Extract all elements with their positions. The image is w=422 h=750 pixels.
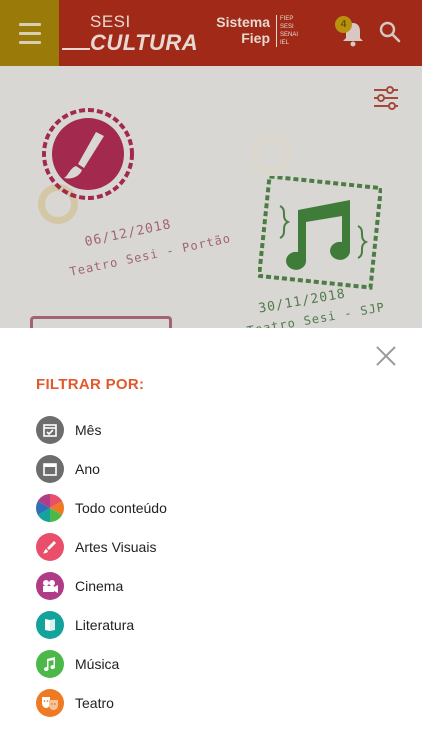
brush-icon bbox=[36, 533, 64, 561]
film-camera-icon bbox=[36, 572, 64, 600]
sesi-cultura-logo[interactable]: SESI CULTURA bbox=[62, 10, 202, 58]
music-note-icon bbox=[36, 650, 64, 678]
filter-option-label: Cinema bbox=[75, 578, 124, 594]
tag-iel: IEL bbox=[280, 40, 290, 46]
filter-option-label: Ano bbox=[75, 461, 100, 477]
event-stamp-partial bbox=[30, 316, 172, 328]
filter-sheet: FILTRAR POR: Mês Ano Todo conteúdo Artes… bbox=[0, 328, 422, 750]
filter-option-label: Mês bbox=[75, 422, 102, 438]
music-stamp[interactable] bbox=[258, 176, 382, 300]
pie-icon bbox=[36, 494, 64, 522]
filter-option-cinema[interactable]: Cinema bbox=[36, 571, 396, 601]
system-name-line1: Sistema bbox=[216, 14, 270, 30]
filter-option-visual-arts[interactable]: Artes Visuais bbox=[36, 532, 396, 562]
tag-sesi: SESI bbox=[280, 24, 294, 30]
sliders-icon[interactable] bbox=[372, 84, 400, 112]
calendar-icon bbox=[36, 455, 64, 483]
filter-option-label: Artes Visuais bbox=[75, 539, 157, 555]
tag-senai: SENAI bbox=[280, 32, 299, 38]
filter-option-label: Teatro bbox=[75, 695, 114, 711]
filter-title: FILTRAR POR: bbox=[36, 376, 145, 393]
logo-sesi-text: SESI bbox=[90, 12, 131, 31]
visual-arts-stamp[interactable] bbox=[40, 106, 136, 202]
filter-option-month[interactable]: Mês bbox=[36, 415, 396, 445]
filter-option-label: Música bbox=[75, 656, 120, 672]
logo-cultura-text: CULTURA bbox=[90, 30, 199, 55]
filter-option-all-content[interactable]: Todo conteúdo bbox=[36, 493, 396, 523]
decorative-ring bbox=[250, 134, 292, 176]
book-icon bbox=[36, 611, 64, 639]
tag-fiep: FIEP bbox=[280, 16, 294, 22]
filter-option-label: Todo conteúdo bbox=[75, 500, 167, 516]
search-icon[interactable] bbox=[378, 20, 402, 44]
calendar-check-icon bbox=[36, 416, 64, 444]
logo-line bbox=[62, 48, 90, 50]
close-icon[interactable] bbox=[374, 344, 398, 368]
theater-masks-icon bbox=[36, 689, 64, 717]
filter-option-literature[interactable]: Literatura bbox=[36, 610, 396, 640]
filter-option-year[interactable]: Ano bbox=[36, 454, 396, 484]
sistema-fiep-name: Sistema Fiep bbox=[212, 14, 270, 46]
filter-option-theater[interactable]: Teatro bbox=[36, 688, 396, 718]
filter-option-music[interactable]: Música bbox=[36, 649, 396, 679]
menu-button[interactable] bbox=[0, 0, 59, 66]
sistema-fiep-logo: Sistema Fiep FIEP SESI SENAI IEL bbox=[212, 14, 316, 52]
event-feed-background: 06/12/2018 Teatro Sesi - Portão 30/11/20… bbox=[0, 66, 422, 328]
hamburger-menu-icon bbox=[18, 20, 41, 47]
system-name-line2: Fiep bbox=[241, 30, 270, 46]
app-header: SESI CULTURA Sistema Fiep FIEP SESI SENA… bbox=[0, 0, 422, 66]
filter-option-label: Literatura bbox=[75, 617, 135, 633]
system-tags: FIEP SESI SENAI IEL bbox=[276, 15, 312, 47]
notification-badge: 4 bbox=[335, 16, 352, 33]
